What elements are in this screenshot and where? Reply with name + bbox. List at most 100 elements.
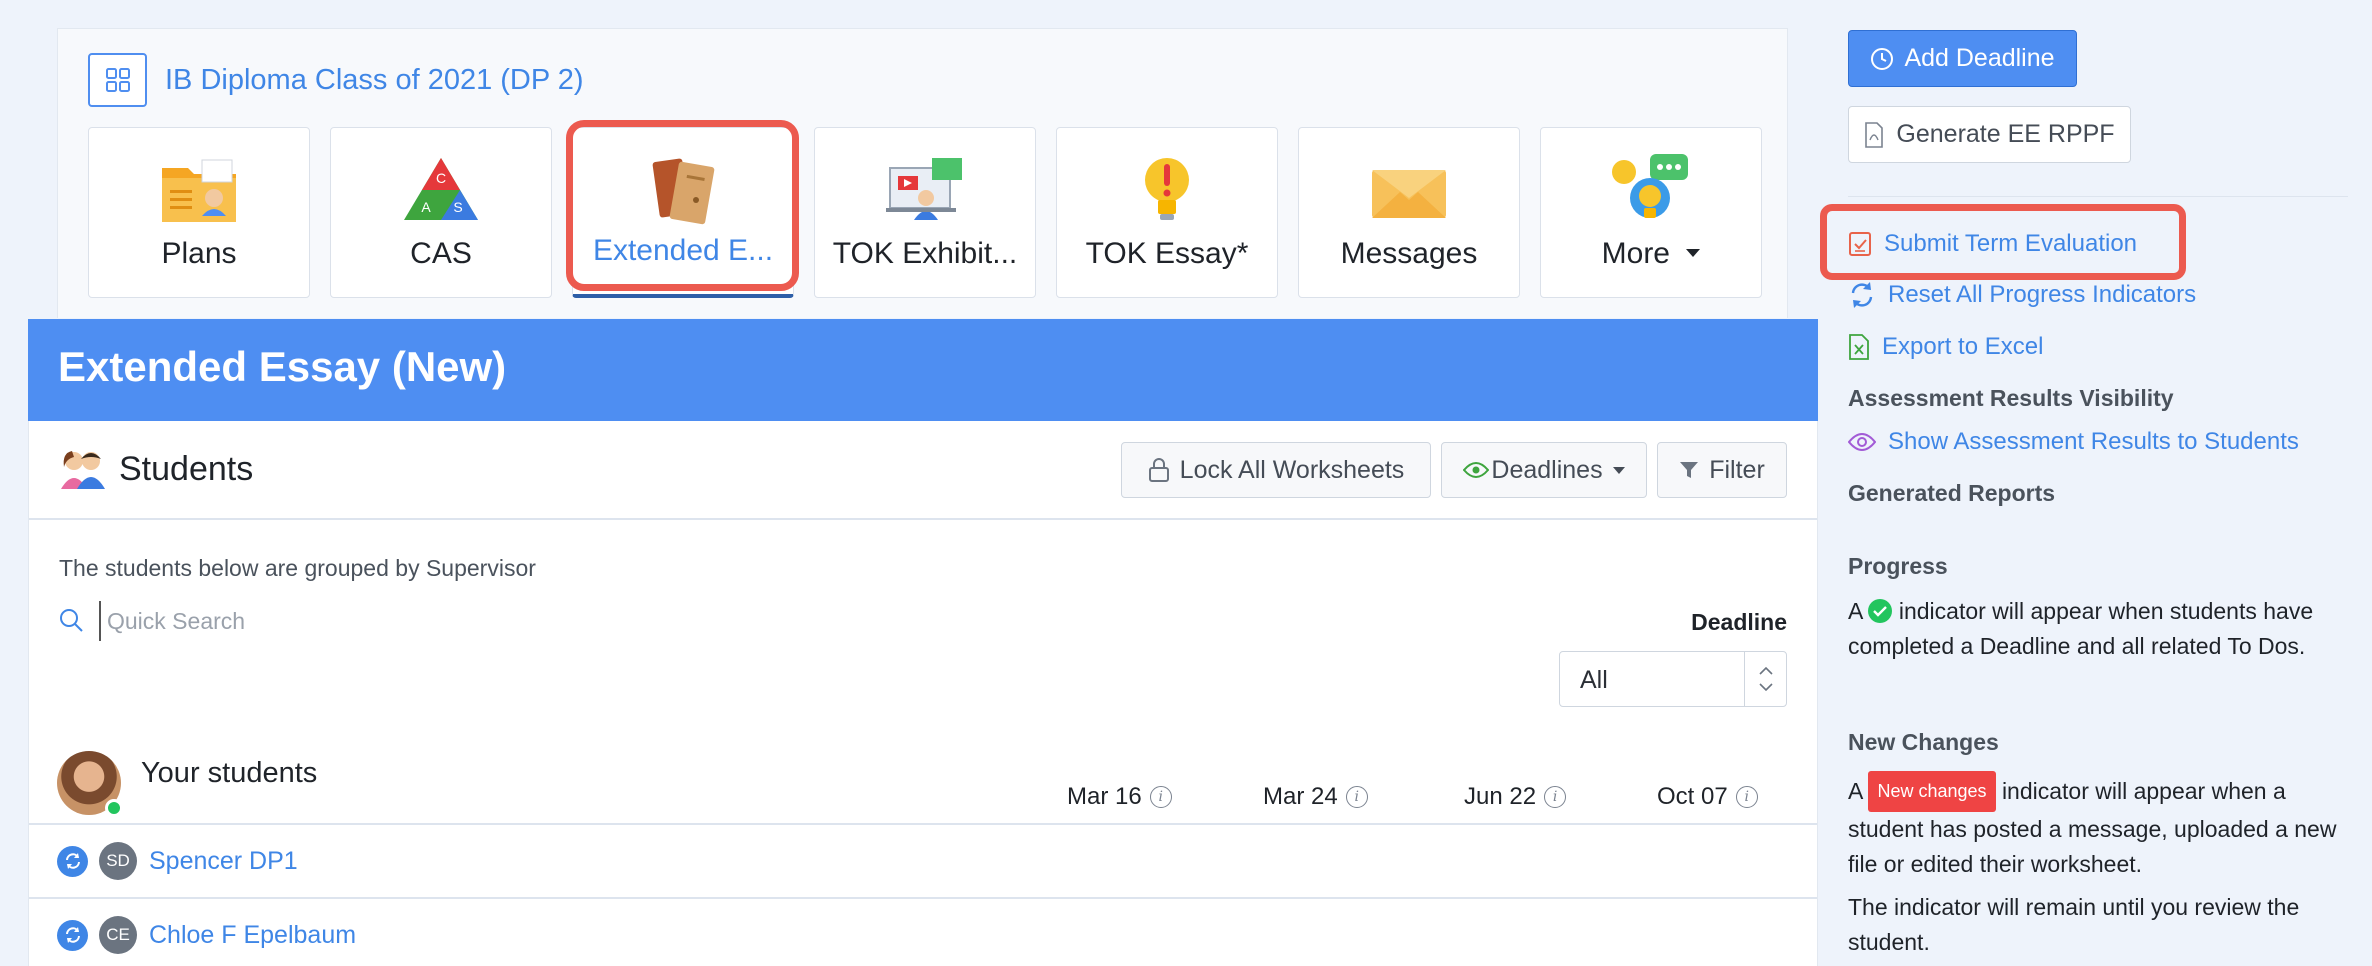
refresh-arrows-icon: [65, 853, 80, 869]
info-icon[interactable]: i: [1149, 786, 1172, 808]
tile-label: CAS: [410, 237, 472, 270]
sync-icon[interactable]: [57, 845, 88, 877]
students-people-icon: [61, 451, 105, 489]
lock-all-worksheets-button[interactable]: Lock All Worksheets: [1121, 442, 1431, 498]
eye-icon: [1848, 433, 1876, 451]
chevron-up-icon: [1758, 667, 1773, 675]
select-spinner: [1744, 652, 1786, 706]
filter-icon: [1680, 462, 1699, 478]
more-label: More: [1601, 237, 1670, 270]
reset-progress-link[interactable]: Reset All Progress Indicators: [1848, 281, 2196, 309]
actions-sidebar: Add Deadline Generate EE RPPF Submit Ter…: [1820, 0, 2372, 966]
search-icon: [60, 609, 83, 632]
supervisor-group-row: Your students Mar 16 i Mar 24 i Jun 22 i Oc…: [29, 731, 1817, 825]
assessment-visibility-heading: Assessment Results Visibility: [1848, 385, 2174, 411]
deadline-select[interactable]: All: [1559, 651, 1787, 707]
cas-letter-s: S: [453, 199, 462, 215]
tile-label: TOK Essay*: [1085, 237, 1249, 270]
info-icon[interactable]: i: [1345, 786, 1368, 808]
more-bulb-chat-icon: [1612, 154, 1688, 218]
deadline-date: Mar 24: [1263, 783, 1338, 810]
page-title: Extended Essay (New): [58, 343, 507, 390]
online-status-dot: [105, 799, 123, 817]
program-title[interactable]: IB Diploma Class of 2021 (DP 2): [165, 64, 584, 97]
new-changes-heading: New Changes: [1848, 729, 1999, 755]
tok-essay-bulb-icon: [1145, 158, 1189, 220]
tile-plans[interactable]: Plans: [88, 127, 310, 298]
extended-essay-books-icon: [652, 158, 715, 225]
supervisor-avatar: [57, 751, 123, 817]
tile-label: Extended E...: [592, 234, 774, 267]
add-deadline-label: Add Deadline: [1904, 44, 2055, 72]
new-changes-pre: A: [1848, 778, 1863, 804]
generate-ee-rppf-button[interactable]: Generate EE RPPF: [1848, 106, 2131, 163]
tile-label: TOK Exhibit...: [832, 237, 1018, 270]
pdf-file-icon: [1865, 121, 1884, 148]
deadline-select-value: All: [1580, 666, 1608, 694]
quick-search-input[interactable]: [99, 601, 599, 641]
generate-label: Generate EE RPPF: [1896, 120, 2115, 148]
tile-label: Plans: [161, 237, 237, 270]
lock-all-label: Lock All Worksheets: [1179, 455, 1405, 484]
show-assessment-results-link[interactable]: Show Assessment Results to Students: [1848, 428, 2299, 456]
add-deadline-button[interactable]: Add Deadline: [1848, 30, 2077, 87]
sync-icon[interactable]: [57, 919, 88, 951]
cas-triangle-icon: C A S: [404, 158, 478, 220]
generated-reports-heading[interactable]: Generated Reports: [1848, 480, 2055, 507]
deadline-date: Oct 07: [1657, 783, 1728, 810]
tile-more-dropdown[interactable]: More: [1540, 127, 1762, 298]
deadline-column-2: Mar 24 i: [1263, 783, 1368, 811]
deadline-column-4: Oct 07 i: [1657, 783, 1758, 811]
tok-exhibition-icon: [886, 158, 962, 220]
module-tiles: Plans C A S CAS Extended E... TOK Exhibi…: [88, 127, 1762, 298]
program-panel: IB Diploma Class of 2021 (DP 2) Plans C …: [57, 28, 1788, 318]
chevron-down-icon: [1758, 683, 1773, 691]
students-header: Students Lock All Worksheets Deadlines F…: [29, 421, 1817, 520]
deadlines-label: Deadlines: [1491, 455, 1603, 484]
deadline-filter-label: Deadline: [1691, 609, 1787, 635]
refresh-icon: [1851, 282, 1873, 308]
progress-description: A indicator will appear when students ha…: [1848, 594, 2348, 664]
group-label: Your students: [141, 757, 318, 789]
caret-down-icon: [1686, 249, 1701, 257]
tile-extended-essay[interactable]: Extended E...: [572, 127, 794, 298]
submit-term-evaluation-link[interactable]: Submit Term Evaluation: [1848, 230, 2137, 258]
refresh-arrows-icon: [65, 927, 80, 943]
student-name-link[interactable]: Spencer DP1: [149, 847, 298, 876]
new-changes-badge: New changes: [1868, 771, 1996, 812]
filter-label: Filter: [1709, 455, 1765, 484]
tile-tok-exhibition[interactable]: TOK Exhibit...: [814, 127, 1036, 298]
deadline-column-3: Jun 22 i: [1464, 783, 1567, 811]
info-icon[interactable]: i: [1544, 786, 1567, 808]
info-icon[interactable]: i: [1735, 786, 1758, 808]
clock-icon: [1871, 47, 1894, 70]
check-circle-icon: [1868, 599, 1893, 623]
grid-icon: [105, 68, 130, 92]
progress-text: indicator will appear when students have…: [1848, 598, 2314, 659]
program-header: IB Diploma Class of 2021 (DP 2): [88, 53, 584, 107]
apps-grid-button[interactable]: [88, 53, 147, 107]
lock-icon: [1148, 458, 1169, 482]
submit-eval-label: Submit Term Evaluation: [1884, 230, 2138, 257]
export-label: Export to Excel: [1882, 333, 2044, 360]
excel-file-icon: [1849, 334, 1869, 360]
deadlines-dropdown-button[interactable]: Deadlines: [1441, 442, 1647, 498]
deadline-date: Mar 16: [1067, 783, 1142, 810]
filter-button[interactable]: Filter: [1657, 442, 1787, 498]
plans-folder-icon: [162, 159, 236, 222]
caret-down-icon: [1612, 466, 1625, 474]
student-name-link[interactable]: Chloe F Epelbaum: [149, 921, 356, 950]
students-panel: Students Lock All Worksheets Deadlines F…: [28, 421, 1818, 966]
cas-letter-c: C: [436, 170, 446, 186]
tile-cas[interactable]: C A S CAS: [330, 127, 552, 298]
new-changes-description: A New changes indicator will appear when…: [1848, 771, 2348, 882]
eye-icon: [1463, 462, 1490, 478]
students-title: Students: [59, 447, 253, 491]
grouped-by-note: The students below are grouped by Superv…: [59, 555, 536, 581]
export-to-excel-link[interactable]: Export to Excel: [1848, 333, 2043, 361]
tile-tok-essay[interactable]: TOK Essay*: [1056, 127, 1278, 298]
progress-heading: Progress: [1848, 553, 1948, 579]
tile-label: More: [1541, 237, 1761, 271]
tile-messages[interactable]: Messages: [1298, 127, 1520, 298]
deadline-date: Jun 22: [1464, 783, 1537, 810]
